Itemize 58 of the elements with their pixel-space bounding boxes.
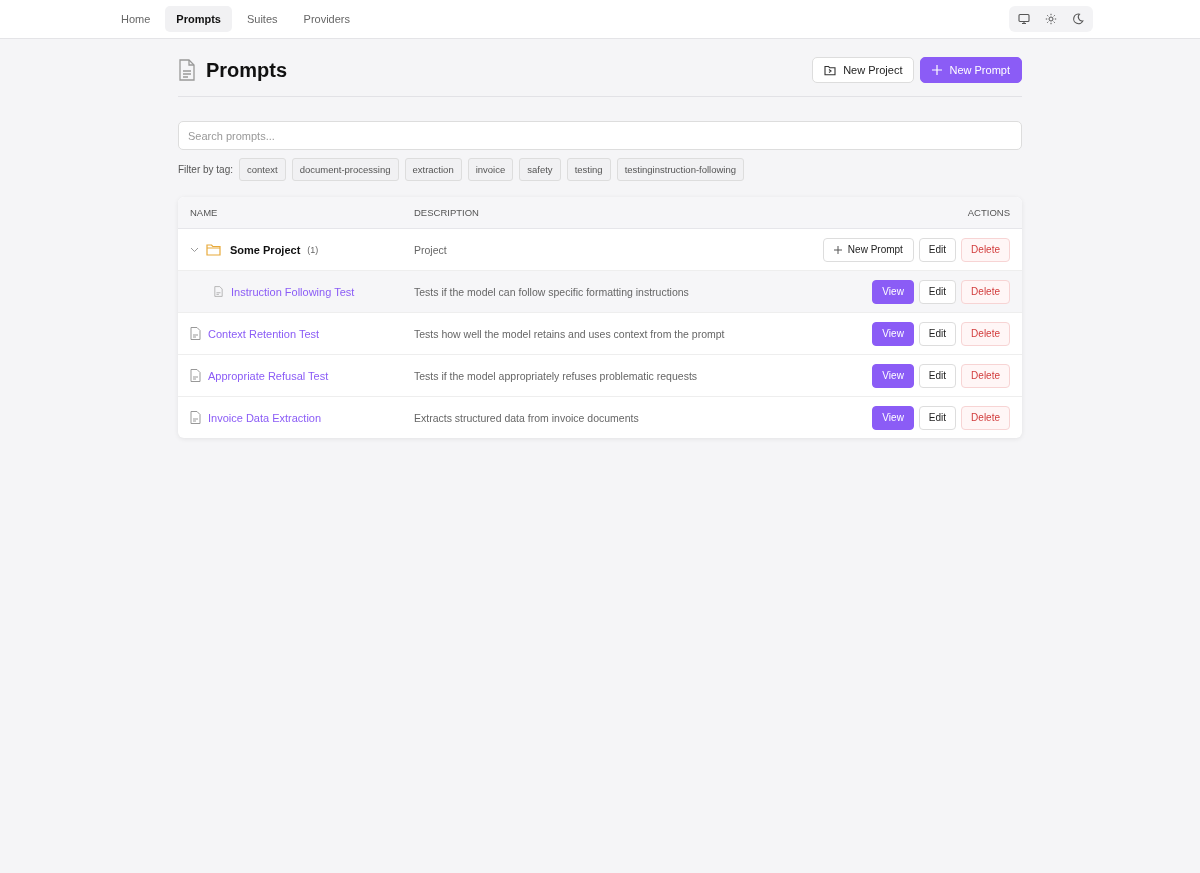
- column-header: ACTIONS: [967, 207, 1010, 218]
- page-title: Prompts: [206, 58, 288, 82]
- document-icon: [190, 369, 201, 382]
- monitor-icon[interactable]: [1018, 13, 1030, 25]
- folder-icon: [824, 64, 837, 76]
- tag-chip[interactable]: invoice: [467, 158, 514, 181]
- action-button[interactable]: Edit: [918, 321, 957, 346]
- action-button[interactable]: Delete: [961, 405, 1010, 430]
- prompt-link[interactable]: Appropriate Refusal Test: [208, 369, 329, 382]
- tag-chip[interactable]: testing: [566, 158, 611, 181]
- project-name[interactable]: Some Project: [230, 243, 301, 256]
- filter-label: Filter by tag:: [178, 164, 234, 175]
- tag-chip[interactable]: extraction: [404, 158, 462, 181]
- action-button[interactable]: Edit: [918, 363, 957, 388]
- prompt-link[interactable]: Invoice Data Extraction: [208, 411, 322, 424]
- action-button[interactable]: Delete: [961, 279, 1010, 304]
- document-icon: [178, 59, 196, 81]
- document-icon: [190, 327, 201, 340]
- plus-icon: [833, 245, 842, 254]
- action-button[interactable]: New Prompt: [822, 237, 914, 262]
- action-button[interactable]: Edit: [918, 279, 957, 304]
- action-button[interactable]: Delete: [961, 237, 1010, 262]
- tag-chip[interactable]: context: [239, 158, 286, 181]
- nav-tab[interactable]: Providers: [292, 6, 361, 32]
- action-button[interactable]: View: [872, 405, 914, 430]
- document-icon: [190, 411, 201, 424]
- description-text: Tests how well the model retains and uses context from the prompt: [414, 327, 726, 340]
- description-text: Extracts structured data from invoice documents: [414, 411, 640, 424]
- description-text: Tests if the model can follow specific formatting instructions: [414, 285, 690, 298]
- action-button[interactable]: View: [872, 321, 914, 346]
- description-text: Tests if the model appropriately refuses problematic requests: [414, 369, 699, 382]
- nav-tab[interactable]: Suites: [235, 6, 289, 32]
- action-button[interactable]: View: [872, 363, 914, 388]
- action-button[interactable]: View: [872, 279, 914, 304]
- chevron-icon[interactable]: [190, 245, 199, 254]
- action-button[interactable]: Edit: [918, 237, 957, 262]
- prompt-link[interactable]: Instruction Following Test: [231, 285, 355, 298]
- new-button[interactable]: New Prompt: [920, 57, 1022, 83]
- moon-icon[interactable]: [1072, 13, 1084, 25]
- nav-tab[interactable]: Home: [110, 6, 162, 32]
- plus-icon: [932, 65, 943, 75]
- column-header: NAME: [190, 207, 219, 218]
- sun-icon[interactable]: [1045, 13, 1057, 25]
- tag-chip[interactable]: safety: [519, 158, 561, 181]
- search-field[interactable]: Search prompts...: [178, 121, 1022, 150]
- action-button[interactable]: Delete: [961, 363, 1010, 388]
- new-button[interactable]: New Project: [812, 57, 915, 83]
- description-text: Project: [414, 243, 448, 256]
- action-button[interactable]: Edit: [918, 405, 957, 430]
- document-icon: [214, 286, 223, 297]
- action-button[interactable]: Delete: [961, 321, 1010, 346]
- tag-chip[interactable]: document-processing: [291, 158, 399, 181]
- folder-icon: [206, 243, 221, 256]
- item-count: (1): [307, 244, 319, 255]
- nav-tab[interactable]: Prompts: [165, 6, 232, 32]
- tag-chip[interactable]: testinginstruction-following: [616, 158, 745, 181]
- prompt-link[interactable]: Context Retention Test: [208, 327, 320, 340]
- column-header: DESCRIPTION: [414, 207, 480, 218]
